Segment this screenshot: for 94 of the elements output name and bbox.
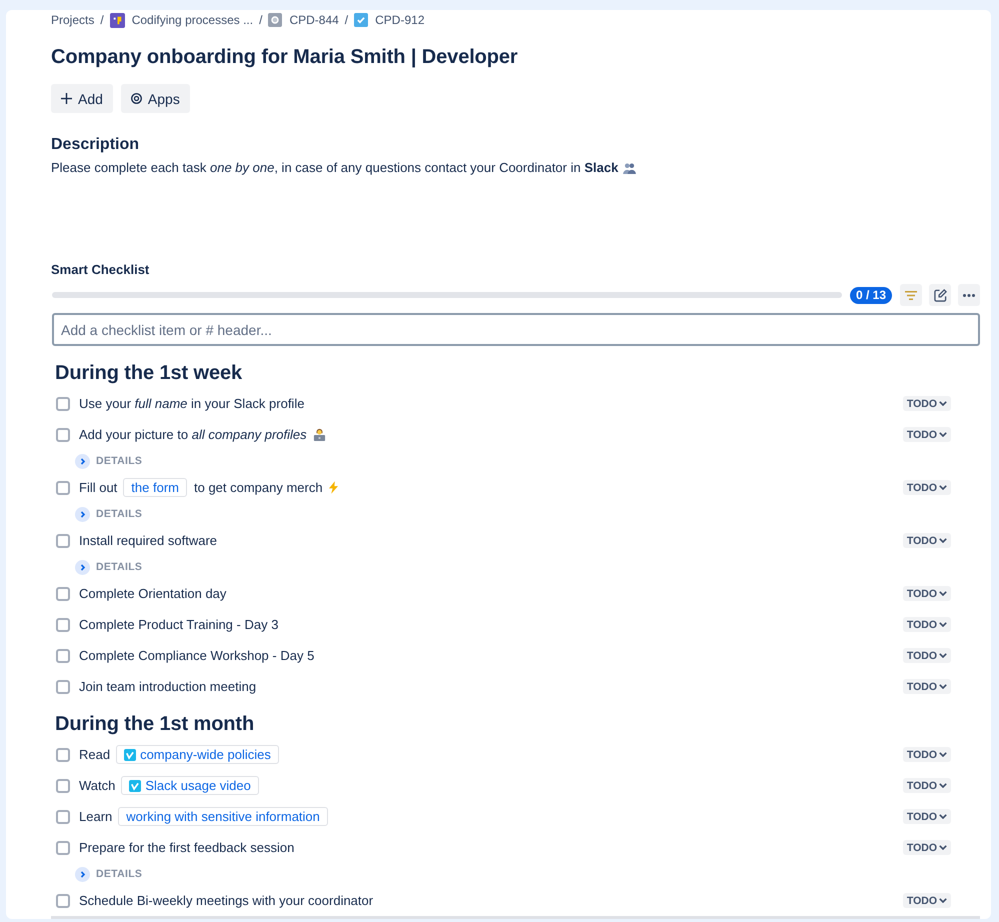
breadcrumb-separator: / [259,13,262,27]
item-text: Install required software [79,533,218,548]
checkbox[interactable] [56,396,70,410]
edit-button[interactable] [929,284,951,306]
checkbox[interactable] [56,480,70,494]
status-dropdown[interactable]: TODO [902,427,951,442]
target-icon [130,93,142,104]
filter-icon [905,290,917,300]
breadcrumb-link[interactable]: CPD-912 [354,13,424,27]
caret-icon [939,898,947,903]
item-text: Fill out [79,480,118,495]
item-link[interactable]: the form [123,478,187,497]
checkbox[interactable] [56,618,70,632]
caret-icon [939,622,947,627]
checkbox[interactable] [56,428,70,442]
caret-icon [939,401,947,406]
checkbox[interactable] [56,586,70,600]
logo-tile-icon [124,748,136,760]
item-text: Join team introduction meeting [79,679,256,694]
checkbox[interactable] [56,778,70,792]
caret-icon [939,783,947,788]
breadcrumb-link[interactable]: Codifying processes ... [110,12,254,28]
status-dropdown[interactable]: TODO [902,648,951,663]
item-text: to get company merch [194,480,323,495]
plus-icon [61,93,72,104]
caret-icon [939,591,947,596]
item-text: Watch [79,778,116,793]
item-text: Complete Compliance Workshop - Day 5 [79,648,314,663]
status-dropdown[interactable]: TODO [902,586,951,601]
logo-tile-icon [129,780,142,792]
section-header: During the 1st month [54,712,256,737]
checkbox[interactable] [56,810,70,824]
item-text: Add your picture to all company profiles [79,427,307,442]
description-text: Please complete each task one by one, in case of any questions contact your Coordinator in Slack [51,159,618,177]
checkbox[interactable] [56,534,70,548]
status-dropdown[interactable]: TODO [902,840,951,855]
item-link[interactable]: company-wide policies [116,745,279,764]
breadcrumb-link[interactable]: CPD-844 [268,13,339,27]
breadcrumb-separator: / [100,13,104,27]
check-tile-icon [354,13,368,27]
filter-button[interactable] [900,284,922,306]
status-dropdown[interactable]: TODO [902,778,951,793]
status-dropdown[interactable]: TODO [902,533,951,548]
project-avatar-icon [110,12,125,28]
status-dropdown[interactable]: TODO [902,747,951,762]
caret-icon [939,845,947,850]
item-text: Prepare for the first feedback session [79,840,294,855]
status-dropdown[interactable]: TODO [902,679,951,694]
people-icon [623,162,636,174]
item-link[interactable]: working with sensitive information [118,807,328,826]
breadcrumb-link[interactable]: Projects [51,13,94,27]
section-header: During the 1st week [54,361,244,386]
chevron-icon [75,454,90,468]
breadcrumb-separator: / [344,13,348,27]
edit-icon [934,288,946,302]
caret-icon [939,653,947,658]
item-text: Learn [79,809,112,824]
item-text: Read [79,747,110,762]
checkbox[interactable] [56,648,70,662]
apps-button[interactable]: Apps [120,84,190,113]
checkbox[interactable] [56,748,70,762]
status-dropdown[interactable]: TODO [902,809,951,824]
item-link[interactable]: Slack usage video [121,776,259,795]
more-icon [963,294,975,296]
progress-count: 0 / 13 [850,286,892,304]
add-item-input[interactable]: Add a checklist item or # header... [52,313,980,346]
lightning-icon [328,481,338,494]
checkbox[interactable] [56,894,70,908]
page-title: Company onboarding for Maria Smith | Developer [51,45,519,70]
caret-icon [939,538,947,543]
ring-tile-icon [268,13,282,27]
status-dropdown[interactable]: TODO [902,480,951,495]
chevron-icon [75,560,90,574]
checkbox[interactable] [56,840,70,854]
status-dropdown[interactable]: TODO [902,396,951,411]
status-dropdown[interactable]: TODO [902,617,951,632]
caret-icon [939,684,947,689]
checkbox[interactable] [56,680,70,694]
caret-icon [939,485,947,490]
status-dropdown[interactable]: TODO [902,893,951,908]
person-laptop-icon [312,428,326,441]
checklist-title: Smart Checklist [51,261,150,279]
item-text: Schedule Bi-weekly meetings with your coordinator [79,893,374,908]
caret-icon [939,432,947,437]
chevron-icon [75,506,90,522]
caret-icon [939,814,947,819]
chevron-icon [75,866,90,882]
caret-icon [939,752,947,757]
add-button[interactable]: Add [51,84,113,113]
more-button[interactable] [958,284,980,306]
item-text: Complete Orientation day [79,586,226,601]
item-text: Use your full name in your Slack profile [79,396,304,411]
item-text: Complete Product Training - Day 3 [79,617,278,632]
description-heading: Description [51,135,140,155]
